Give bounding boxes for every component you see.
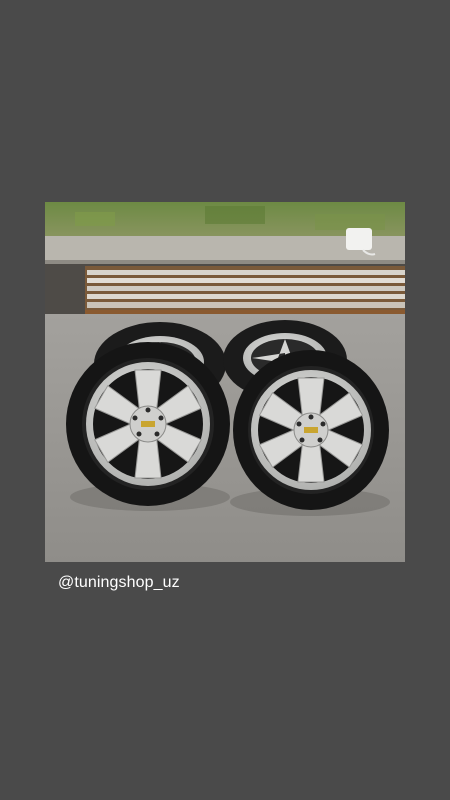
wheel-front-right — [233, 350, 389, 510]
story-screen: @tuningshop_uz — [0, 0, 450, 800]
wheel-front-left — [66, 342, 230, 506]
white-box — [346, 228, 372, 250]
wheels-photo — [45, 202, 405, 562]
metal-planks — [85, 266, 405, 314]
bowtie-logo-icon — [304, 427, 318, 433]
story-photo — [45, 202, 405, 562]
account-handle-sticker[interactable]: @tuningshop_uz — [58, 574, 180, 592]
bowtie-logo-icon — [141, 421, 155, 427]
